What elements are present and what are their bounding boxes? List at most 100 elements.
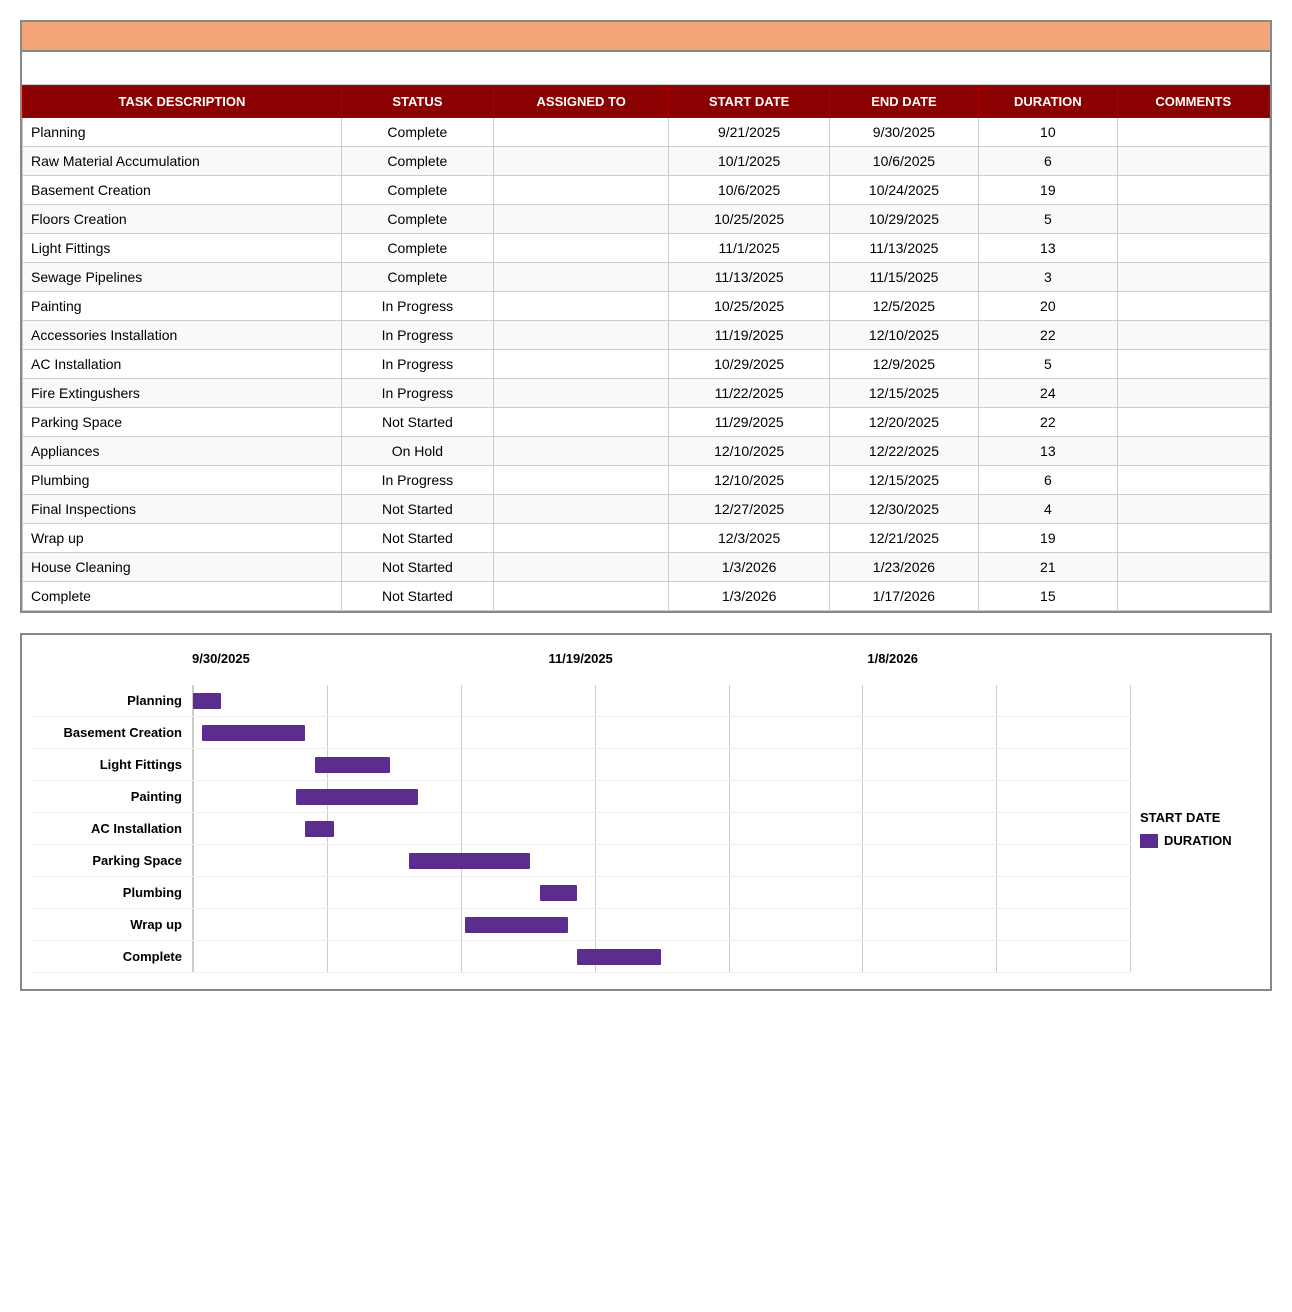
gantt-grid-line [595,813,596,844]
task-end-date: 10/24/2025 [829,176,978,205]
gantt-grid-line [461,717,462,748]
gantt-grid-line [461,813,462,844]
task-name: Plumbing [23,466,342,495]
gantt-grid-line [327,941,328,972]
task-status: Not Started [341,553,493,582]
gantt-grid-line [193,781,194,812]
gantt-grid-line [996,845,997,876]
task-assigned [493,321,669,350]
task-duration: 15 [979,582,1117,611]
table-row: Appliances On Hold 12/10/2025 12/22/2025… [23,437,1270,466]
gantt-grid-line [862,717,863,748]
gantt-bars-area [192,781,1130,812]
gantt-bar [465,917,568,933]
task-assigned [493,176,669,205]
task-status: Complete [341,176,493,205]
task-status: Not Started [341,582,493,611]
col-comments: COMMENTS [1117,86,1269,118]
task-assigned [493,350,669,379]
gantt-grid-line [193,749,194,780]
gantt-row: Painting [32,781,1130,813]
table-row: Light Fittings Complete 11/1/2025 11/13/… [23,234,1270,263]
task-end-date: 12/20/2025 [829,408,978,437]
task-duration: 13 [979,234,1117,263]
task-comments [1117,176,1269,205]
gantt-row: Planning [32,685,1130,717]
gantt-grid-line [862,749,863,780]
gantt-bars-area [192,877,1130,908]
task-start-date: 12/10/2025 [669,466,829,495]
task-end-date: 1/17/2026 [829,582,978,611]
task-duration: 19 [979,524,1117,553]
gantt-grid-line [729,845,730,876]
gantt-grid-line [461,781,462,812]
task-assigned [493,205,669,234]
schedule-table-container: TASK DESCRIPTION STATUS ASSIGNED TO STAR… [20,20,1272,613]
gantt-grid-line [327,685,328,716]
task-end-date: 12/9/2025 [829,350,978,379]
task-end-date: 1/23/2026 [829,553,978,582]
table-row: Parking Space Not Started 11/29/2025 12/… [23,408,1270,437]
task-comments [1117,524,1269,553]
table-row: Basement Creation Complete 10/6/2025 10/… [23,176,1270,205]
task-comments [1117,234,1269,263]
task-end-date: 12/30/2025 [829,495,978,524]
task-comments [1117,582,1269,611]
task-duration: 5 [979,205,1117,234]
task-name: Planning [23,118,342,147]
table-row: Raw Material Accumulation Complete 10/1/… [23,147,1270,176]
task-end-date: 12/22/2025 [829,437,978,466]
gantt-row-label: Plumbing [32,885,192,900]
task-duration: 24 [979,379,1117,408]
task-duration: 10 [979,118,1117,147]
table-row: House Cleaning Not Started 1/3/2026 1/23… [23,553,1270,582]
task-comments [1117,553,1269,582]
task-status: In Progress [341,379,493,408]
task-assigned [493,408,669,437]
gantt-main: PlanningBasement CreationLight FittingsP… [32,685,1260,973]
task-assigned [493,582,669,611]
gantt-grid-line [729,717,730,748]
task-name: Floors Creation [23,205,342,234]
legend-duration-label: DURATION [1164,833,1232,848]
gantt-grid-line [1130,909,1131,940]
gantt-bars-area [192,717,1130,748]
gantt-row-label: Parking Space [32,853,192,868]
gantt-grid-line [595,909,596,940]
col-assigned: ASSIGNED TO [493,86,669,118]
gantt-grid-line [595,781,596,812]
gantt-grid-line [996,781,997,812]
gantt-grid-line [729,749,730,780]
gantt-row: Wrap up [32,909,1130,941]
legend-color-box [1140,834,1158,848]
task-comments [1117,408,1269,437]
gantt-grid-line [327,845,328,876]
table-header-row: TASK DESCRIPTION STATUS ASSIGNED TO STAR… [23,86,1270,118]
gantt-grid-line [461,749,462,780]
task-duration: 22 [979,408,1117,437]
gantt-grid-line [729,813,730,844]
gantt-grid-line [327,717,328,748]
gantt-grid-line [996,909,997,940]
task-name: Appliances [23,437,342,466]
gantt-date-headers: 9/30/2025 11/19/2025 1/8/2026 [192,651,1130,681]
gantt-bars-area [192,845,1130,876]
col-start: START DATE [669,86,829,118]
gantt-row: Light Fittings [32,749,1130,781]
task-comments [1117,495,1269,524]
task-duration: 5 [979,350,1117,379]
gantt-bar [296,789,418,805]
table-row: Plumbing In Progress 12/10/2025 12/15/20… [23,466,1270,495]
task-name: Final Inspections [23,495,342,524]
gantt-grid-line [862,877,863,908]
gantt-bar [315,757,390,773]
gantt-grid-line [193,909,194,940]
task-assigned [493,524,669,553]
gantt-grid-line [595,845,596,876]
task-duration: 6 [979,466,1117,495]
gantt-row-label: Planning [32,693,192,708]
task-name: AC Installation [23,350,342,379]
task-status: Not Started [341,495,493,524]
task-start-date: 10/29/2025 [669,350,829,379]
col-end: END DATE [829,86,978,118]
